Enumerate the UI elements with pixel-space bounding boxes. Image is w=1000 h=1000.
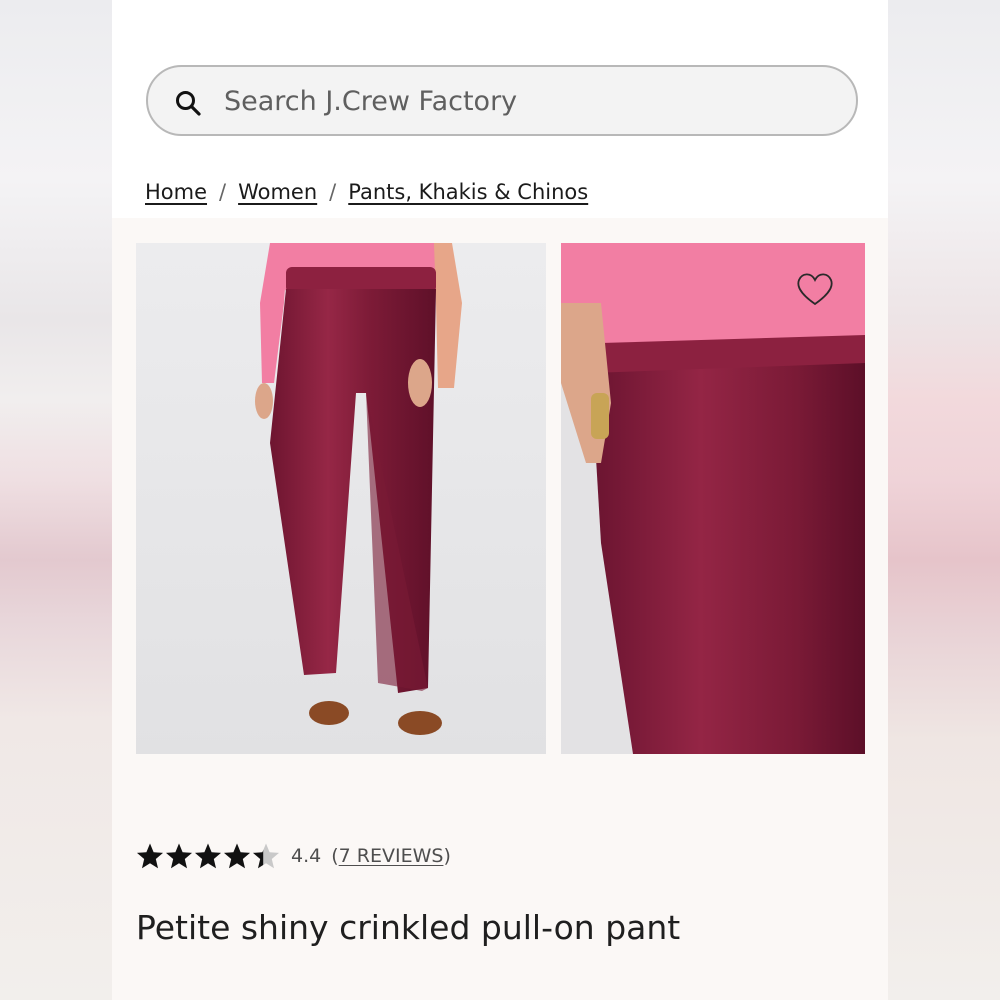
rating-stars bbox=[136, 842, 281, 870]
star-icon bbox=[195, 843, 221, 869]
search-icon[interactable] bbox=[174, 89, 202, 117]
star-icon bbox=[166, 843, 192, 869]
product-image-detail[interactable] bbox=[561, 243, 865, 754]
product-page: Home / Women / Pants, Khakis & Chinos bbox=[112, 0, 888, 1000]
star-icon bbox=[253, 843, 279, 869]
product-image-main[interactable] bbox=[136, 243, 546, 754]
breadcrumb: Home / Women / Pants, Khakis & Chinos bbox=[145, 176, 588, 208]
reviews-link-wrapper: (7 REVIEWS) bbox=[331, 845, 451, 867]
background-blur-left bbox=[0, 0, 112, 1000]
reviews-open-paren: ( bbox=[331, 845, 339, 867]
reviews-close-paren: ) bbox=[443, 845, 451, 867]
product-rating: 4.4 (7 REVIEWS) bbox=[136, 838, 451, 874]
breadcrumb-separator: / bbox=[219, 180, 227, 204]
search-input[interactable] bbox=[224, 81, 824, 121]
reviews-link[interactable]: 7 REVIEWS bbox=[339, 845, 444, 867]
star-icon bbox=[137, 843, 163, 869]
background-blur-right bbox=[888, 0, 1000, 1000]
heart-icon[interactable] bbox=[795, 271, 835, 307]
star-icon bbox=[224, 843, 250, 869]
breadcrumb-separator: / bbox=[329, 180, 337, 204]
breadcrumb-women[interactable]: Women bbox=[238, 180, 317, 204]
product-title: Petite shiny crinkled pull-on pant bbox=[136, 908, 681, 947]
breadcrumb-home[interactable]: Home bbox=[145, 180, 207, 204]
rating-value: 4.4 bbox=[291, 845, 322, 867]
product-content: 4.4 (7 REVIEWS) Petite shiny crinkled pu… bbox=[112, 218, 888, 1000]
search-bar[interactable] bbox=[146, 65, 858, 136]
breadcrumb-pants-khakis-chinos[interactable]: Pants, Khakis & Chinos bbox=[348, 180, 588, 204]
